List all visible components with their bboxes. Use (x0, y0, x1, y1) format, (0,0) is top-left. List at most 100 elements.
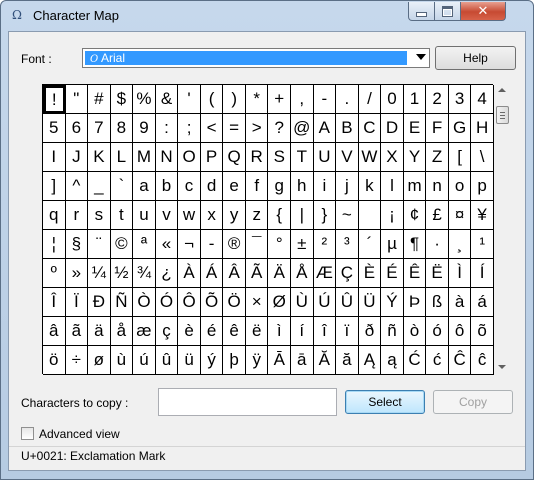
character-cell[interactable]: ü (178, 346, 201, 375)
font-dropdown[interactable]: O Arial (82, 48, 430, 68)
character-cell[interactable]: ÷ (65, 346, 89, 375)
character-cell[interactable]: < (200, 114, 224, 143)
character-cell[interactable]: ÿ (245, 346, 269, 375)
character-cell[interactable]: µ (381, 230, 404, 259)
character-cell[interactable]: Ü (358, 288, 382, 317)
character-cell[interactable]: ¬ (178, 230, 201, 259)
character-cell[interactable]: Ç (336, 259, 359, 288)
character-cell[interactable]: Å (291, 259, 314, 288)
character-cell[interactable]: R (245, 143, 269, 172)
advanced-view-checkbox[interactable] (21, 427, 34, 440)
character-cell[interactable]: Ì (448, 259, 472, 288)
chevron-down-icon[interactable] (416, 54, 426, 60)
character-cell[interactable]: k (358, 172, 382, 201)
character-cell[interactable]: Í (471, 259, 494, 288)
character-cell[interactable]: ë (245, 317, 269, 346)
character-cell[interactable] (358, 201, 382, 230)
character-cell[interactable]: æ (133, 317, 156, 346)
character-cell[interactable]: ¡ (381, 201, 404, 230)
character-cell[interactable]: o (448, 172, 472, 201)
grid-scrollbar[interactable] (495, 84, 510, 374)
character-cell[interactable]: ý (200, 346, 224, 375)
maximize-button[interactable] (435, 2, 461, 21)
character-cell[interactable]: i (313, 172, 337, 201)
character-cell[interactable]: p (471, 172, 494, 201)
character-cell[interactable]: × (245, 288, 269, 317)
character-cell[interactable]: ¹ (471, 230, 494, 259)
character-cell[interactable]: X (381, 143, 404, 172)
character-cell[interactable]: ¶ (403, 230, 427, 259)
character-cell[interactable]: ( (200, 85, 224, 114)
close-button[interactable]: ✕ (461, 2, 506, 21)
character-cell[interactable]: Ò (133, 288, 156, 317)
character-cell[interactable]: õ (471, 317, 494, 346)
character-cell[interactable]: Q (223, 143, 246, 172)
character-cell[interactable]: # (88, 85, 111, 114)
character-cell[interactable]: N (155, 143, 179, 172)
character-cell[interactable]: Ï (65, 288, 89, 317)
character-cell[interactable]: Â (223, 259, 246, 288)
character-cell[interactable]: ö (43, 346, 66, 375)
character-cell[interactable]: $ (110, 85, 134, 114)
character-cell[interactable]: ~ (336, 201, 359, 230)
character-cell[interactable]: ¼ (88, 259, 111, 288)
character-cell[interactable]: » (65, 259, 89, 288)
character-cell[interactable]: ± (291, 230, 314, 259)
character-cell[interactable]: I (43, 143, 66, 172)
character-cell[interactable]: m (403, 172, 427, 201)
character-cell[interactable]: î (313, 317, 337, 346)
character-cell[interactable]: : (155, 114, 179, 143)
character-cell[interactable]: W (358, 143, 382, 172)
character-cell[interactable]: & (155, 85, 179, 114)
character-cell[interactable]: } (313, 201, 337, 230)
character-cell[interactable]: F (426, 114, 449, 143)
character-cell[interactable]: v (155, 201, 179, 230)
character-cell[interactable]: > (245, 114, 269, 143)
select-button[interactable]: Select (345, 390, 425, 414)
character-cell[interactable]: d (200, 172, 224, 201)
character-cell[interactable]: · (426, 230, 449, 259)
character-cell[interactable]: ) (223, 85, 246, 114)
title-bar[interactable]: Ω Character Map ✕ (1, 1, 533, 31)
character-cell[interactable]: j (336, 172, 359, 201)
character-cell[interactable]: J (65, 143, 89, 172)
character-cell[interactable]: B (336, 114, 359, 143)
character-cell[interactable]: ă (336, 346, 359, 375)
character-cell[interactable]: C (358, 114, 382, 143)
character-cell[interactable]: | (291, 201, 314, 230)
scroll-up-arrow-icon[interactable] (498, 88, 506, 92)
character-cell[interactable]: Ñ (110, 288, 134, 317)
character-cell[interactable]: í (291, 317, 314, 346)
character-cell[interactable]: f (245, 172, 269, 201)
character-cell[interactable]: L (110, 143, 134, 172)
character-cell[interactable]: U (313, 143, 337, 172)
character-cell[interactable]: Z (426, 143, 449, 172)
character-cell[interactable]: à (448, 288, 472, 317)
character-cell[interactable]: c (178, 172, 201, 201)
character-cell[interactable]: é (200, 317, 224, 346)
character-cell[interactable]: ` (110, 172, 134, 201)
character-cell[interactable]: G (448, 114, 472, 143)
character-cell[interactable]: Á (200, 259, 224, 288)
character-cell[interactable]: Y (403, 143, 427, 172)
character-cell[interactable]: ø (88, 346, 111, 375)
character-cell[interactable]: « (155, 230, 179, 259)
character-cell[interactable]: Ó (155, 288, 179, 317)
character-cell[interactable]: È (358, 259, 382, 288)
character-cell[interactable]: l (381, 172, 404, 201)
character-cell[interactable]: x (200, 201, 224, 230)
character-cell[interactable]: q (43, 201, 66, 230)
character-cell[interactable]: [ (448, 143, 472, 172)
character-cell[interactable]: Ā (268, 346, 292, 375)
character-cell[interactable]: ^ (65, 172, 89, 201)
character-cell[interactable]: 8 (110, 114, 134, 143)
character-cell[interactable]: Ý (381, 288, 404, 317)
character-cell[interactable]: ® (223, 230, 246, 259)
character-cell[interactable]: y (223, 201, 246, 230)
character-grid[interactable]: ! " # $% & '() * +, -./0 1 2 3 4 5 6 7 8 9:; < = >? @ A B C D E F G H… (42, 84, 494, 375)
character-cell[interactable]: Ê (403, 259, 427, 288)
character-cell[interactable]: ç (155, 317, 179, 346)
character-cell[interactable]: Ć (403, 346, 427, 375)
character-cell[interactable]: u (133, 201, 156, 230)
character-cell[interactable]: / (358, 85, 382, 114)
